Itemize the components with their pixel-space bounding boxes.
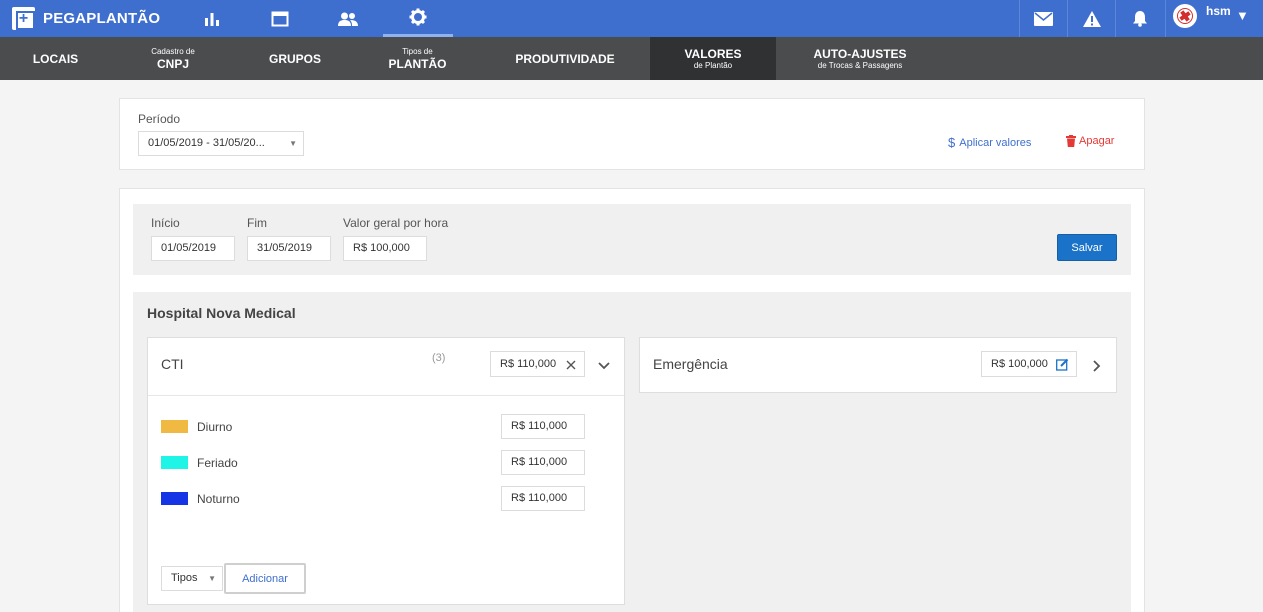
- end-date-value: 31/05/2019: [257, 242, 313, 254]
- type-name: Noturno: [197, 492, 240, 506]
- tab-label: CNPJ: [156, 56, 189, 71]
- apply-values-link[interactable]: $ Aplicar valores: [948, 135, 1031, 150]
- people-icon: [338, 12, 358, 26]
- unit-value-text: R$ 110,000: [500, 358, 557, 370]
- start-date-input[interactable]: 01/05/2019: [151, 236, 235, 261]
- avatar: [1173, 4, 1197, 28]
- color-swatch-noturno: [161, 492, 188, 505]
- messages-button[interactable]: [1019, 0, 1067, 37]
- add-button[interactable]: Adicionar: [224, 563, 306, 594]
- type-value-input[interactable]: R$ 110,000: [501, 414, 585, 439]
- type-value-text: R$ 110,000: [511, 456, 568, 468]
- end-date-input[interactable]: 31/05/2019: [247, 236, 331, 261]
- tab-label: PLANTÃO: [388, 56, 447, 71]
- app-logo[interactable]: + PEGAPLANTÃO: [12, 7, 160, 30]
- general-value-text: R$ 100,000: [353, 242, 410, 254]
- type-name: Diurno: [197, 420, 233, 434]
- tab-produtividade[interactable]: PRODUTIVIDADE: [480, 37, 650, 80]
- period-value: 01/05/2019 - 31/05/20...: [148, 137, 265, 149]
- mail-icon: [1034, 11, 1053, 26]
- trash-icon: [1066, 135, 1076, 147]
- alerts-button[interactable]: [1067, 0, 1115, 37]
- color-swatch-diurno: [161, 420, 188, 433]
- tab-valores[interactable]: VALORES de Plantão: [650, 37, 776, 80]
- nav-users[interactable]: [313, 0, 383, 37]
- tab-cnpj[interactable]: Cadastro de CNPJ: [111, 37, 235, 80]
- save-button[interactable]: Salvar: [1057, 234, 1117, 261]
- apply-values-label: Aplicar valores: [959, 136, 1032, 149]
- user-name: hsm: [1206, 4, 1231, 18]
- user-menu[interactable]: hsm ▼: [1165, 0, 1263, 37]
- delete-link[interactable]: Apagar: [1066, 135, 1114, 147]
- types-select[interactable]: Tipos ▼: [161, 566, 223, 591]
- dollar-icon: $: [948, 135, 956, 150]
- unit-value-input[interactable]: R$ 110,000: [490, 351, 585, 377]
- start-label: Início: [151, 216, 180, 230]
- color-swatch-feriado: [161, 456, 188, 469]
- start-date-value: 01/05/2019: [161, 242, 217, 254]
- period-select[interactable]: 01/05/2019 - 31/05/20... ▼: [138, 131, 304, 156]
- chevron-right-icon[interactable]: [1093, 360, 1101, 372]
- tab-sublabel: Tipos de: [402, 46, 433, 56]
- unit-name: CTI: [161, 356, 184, 372]
- tab-plantao[interactable]: Tipos de PLANTÃO: [355, 37, 480, 80]
- type-value-input[interactable]: R$ 110,000: [501, 486, 585, 511]
- tab-sublabel: de Trocas & Passagens: [817, 60, 903, 70]
- app-name: PEGAPLANTÃO: [43, 10, 161, 27]
- unit-type-count: (3): [432, 352, 446, 364]
- unit-name: Emergência: [653, 356, 728, 372]
- tab-label: LOCAIS: [32, 51, 79, 66]
- section-nav: LOCAIS Cadastro de CNPJ GRUPOS Tipos de …: [0, 37, 1263, 80]
- types-select-value: Tipos: [171, 572, 198, 584]
- caret-down-icon: ▼: [208, 574, 216, 583]
- delete-label: Apagar: [1079, 135, 1115, 147]
- nav-dashboard[interactable]: [177, 0, 247, 37]
- chart-bar-icon: [205, 12, 219, 26]
- end-label: Fim: [247, 216, 267, 230]
- caret-down-icon: ▼: [1236, 8, 1249, 23]
- nav-calendar[interactable]: [245, 0, 315, 37]
- type-value-text: R$ 110,000: [511, 420, 568, 432]
- unit-value-input[interactable]: R$ 100,000: [981, 351, 1077, 377]
- tab-sublabel: Cadastro de: [151, 46, 195, 56]
- tab-label: VALORES: [684, 46, 742, 61]
- logo-plus-icon: +: [12, 7, 35, 30]
- gear-icon: [409, 8, 427, 26]
- general-value-label: Valor geral por hora: [343, 216, 449, 230]
- top-bar: + PEGAPLANTÃO hsm ▼: [0, 0, 1263, 37]
- close-icon[interactable]: [566, 360, 576, 370]
- tab-label: AUTO-AJUSTES: [813, 46, 907, 61]
- tab-sublabel: de Plantão: [693, 60, 733, 70]
- notifications-button[interactable]: [1115, 0, 1163, 37]
- tab-auto-ajustes[interactable]: AUTO-AJUSTES de Trocas & Passagens: [776, 37, 944, 80]
- red-cross-icon: [1177, 8, 1193, 24]
- chevron-down-icon[interactable]: [598, 362, 610, 370]
- type-value-text: R$ 110,000: [511, 492, 568, 504]
- type-name: Feriado: [197, 456, 238, 470]
- bell-icon: [1132, 11, 1147, 27]
- caret-down-icon: ▼: [289, 139, 297, 148]
- period-label: Período: [138, 112, 181, 126]
- window-icon: [271, 11, 289, 26]
- hospital-name: Hospital Nova Medical: [147, 305, 296, 321]
- tab-label: PRODUTIVIDADE: [515, 51, 615, 66]
- general-value-input[interactable]: R$ 100,000: [343, 236, 427, 261]
- unit-value-text: R$ 100,000: [991, 358, 1048, 370]
- tab-label: GRUPOS: [268, 51, 321, 66]
- edit-icon[interactable]: [1056, 358, 1069, 371]
- tab-grupos[interactable]: GRUPOS: [235, 37, 355, 80]
- type-value-input[interactable]: R$ 110,000: [501, 450, 585, 475]
- tab-locais[interactable]: LOCAIS: [0, 37, 111, 80]
- warning-icon: [1082, 10, 1101, 27]
- divider: [148, 395, 624, 396]
- nav-settings[interactable]: [383, 0, 453, 37]
